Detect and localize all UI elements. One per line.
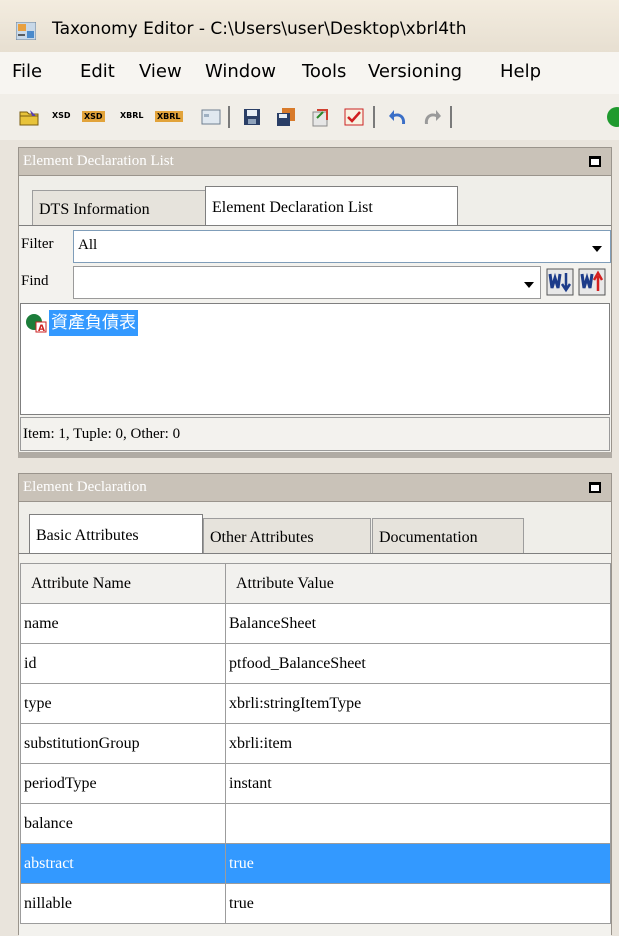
attribute-value[interactable]: instant [225, 763, 611, 804]
attribute-name: type [20, 683, 226, 724]
open-project-icon[interactable] [18, 106, 40, 128]
attribute-name: name [20, 603, 226, 644]
attribute-name: balance [20, 803, 226, 844]
element-list-panel: DTS Information Element Declaration List… [18, 176, 612, 453]
tab-label: Basic Attributes [36, 527, 139, 544]
attributes-table: Attribute Name Attribute Value name Bala… [20, 563, 611, 924]
menu-view[interactable]: View [139, 61, 182, 82]
toolbar-separator [450, 106, 452, 128]
xbrl-new-icon[interactable]: XBRL [155, 111, 183, 122]
element-item-icon: A [26, 314, 47, 333]
filter-label: Filter [21, 236, 54, 252]
tab-dts-information[interactable]: DTS Information [32, 190, 218, 226]
tab-content: Attribute Name Attribute Value name Bala… [19, 553, 611, 936]
table-row[interactable]: name BalanceSheet [20, 603, 611, 644]
app-icon [16, 22, 36, 40]
menu-edit[interactable]: Edit [80, 61, 115, 82]
find-input[interactable] [73, 266, 541, 299]
save-icon[interactable] [241, 106, 263, 128]
svg-text:A: A [38, 324, 45, 333]
xsd-icon[interactable]: XSD [52, 111, 71, 120]
element-declaration-panel: Basic Attributes Other Attributes Docume… [18, 502, 612, 936]
find-label: Find [21, 273, 49, 289]
attribute-name: periodType [20, 763, 226, 804]
tab-documentation[interactable]: Documentation [372, 518, 524, 554]
element-declaration-panel-header: Element Declaration [18, 473, 612, 502]
maximize-icon[interactable] [589, 156, 601, 167]
attribute-value[interactable]: BalanceSheet [225, 603, 611, 644]
attribute-value[interactable]: true [225, 843, 611, 884]
attribute-value[interactable] [225, 803, 611, 844]
table-row-selected[interactable]: abstract true [20, 843, 611, 884]
tab-basic-attributes[interactable]: Basic Attributes [29, 514, 203, 554]
maximize-icon[interactable] [589, 482, 601, 493]
attribute-value[interactable]: xbrli:stringItemType [225, 683, 611, 724]
chevron-down-icon[interactable] [524, 282, 534, 288]
window-title: Taxonomy Editor - C:\Users\user\Desktop\… [52, 19, 467, 39]
chevron-down-icon[interactable] [592, 246, 602, 252]
attribute-name: id [20, 643, 226, 684]
view-icon[interactable] [200, 106, 222, 128]
status-text: Item: 1, Tuple: 0, Other: 0 [23, 426, 181, 442]
tab-other-attributes[interactable]: Other Attributes [203, 518, 371, 554]
attribute-name: abstract [20, 843, 226, 884]
green-status-icon[interactable] [606, 106, 619, 128]
tab-element-declaration-list[interactable]: Element Declaration List [205, 186, 458, 226]
find-previous-icon[interactable] [578, 268, 606, 296]
table-row[interactable]: substitutionGroup xbrli:item [20, 723, 611, 764]
attribute-value[interactable]: xbrli:item [225, 723, 611, 764]
menu-tools[interactable]: Tools [302, 61, 346, 82]
attribute-value[interactable]: true [225, 883, 611, 924]
table-row[interactable]: periodType instant [20, 763, 611, 804]
tab-label: Documentation [379, 529, 478, 546]
tab-label: Element Declaration List [212, 199, 373, 216]
find-next-icon[interactable] [546, 268, 574, 296]
filter-value: All [78, 237, 98, 253]
filter-select[interactable]: All [73, 230, 611, 263]
export-icon[interactable] [309, 106, 331, 128]
tab-content: Filter All Find A 資產負債表 Item: 1, Tuple: … [19, 225, 611, 453]
xbrl-icon[interactable]: XBRL [120, 111, 144, 120]
table-row[interactable]: id ptfood_BalanceSheet [20, 643, 611, 684]
panel-splitter[interactable] [18, 452, 612, 458]
title-bar: Taxonomy Editor - C:\Users\user\Desktop\… [0, 0, 619, 52]
save-all-icon[interactable] [275, 106, 297, 128]
tab-label: Other Attributes [210, 529, 314, 546]
list-item-label: 資產負債表 [49, 310, 138, 336]
menu-file[interactable]: File [12, 61, 42, 82]
undo-icon[interactable] [388, 106, 410, 128]
table-row[interactable]: balance [20, 803, 611, 844]
tab-label: DTS Information [39, 201, 150, 218]
menu-versioning[interactable]: Versioning [368, 61, 462, 82]
toolbar-separator [228, 106, 230, 128]
menu-window[interactable]: Window [205, 61, 276, 82]
status-bar: Item: 1, Tuple: 0, Other: 0 [20, 417, 610, 451]
toolbar: XSD XSD XBRL XBRL [0, 94, 619, 140]
attribute-name: nillable [20, 883, 226, 924]
element-list[interactable]: A 資產負債表 [20, 303, 610, 415]
table-header-row: Attribute Name Attribute Value [20, 563, 611, 604]
redo-icon[interactable] [420, 106, 442, 128]
column-header[interactable]: Attribute Value [225, 563, 611, 604]
panel-title: Element Declaration [23, 479, 147, 495]
menu-bar: File Edit View Window Tools Versioning H… [0, 52, 619, 94]
panel-title: Element Declaration List [23, 153, 174, 169]
attribute-value[interactable]: ptfood_BalanceSheet [225, 643, 611, 684]
validate-icon[interactable] [343, 106, 365, 128]
table-row[interactable]: type xbrli:stringItemType [20, 683, 611, 724]
attribute-name: substitutionGroup [20, 723, 226, 764]
menu-help[interactable]: Help [500, 61, 541, 82]
xsd-new-icon[interactable]: XSD [82, 111, 105, 122]
column-header[interactable]: Attribute Name [20, 563, 226, 604]
table-row[interactable]: nillable true [20, 883, 611, 924]
element-list-panel-header: Element Declaration List [18, 147, 612, 176]
toolbar-separator [373, 106, 375, 128]
